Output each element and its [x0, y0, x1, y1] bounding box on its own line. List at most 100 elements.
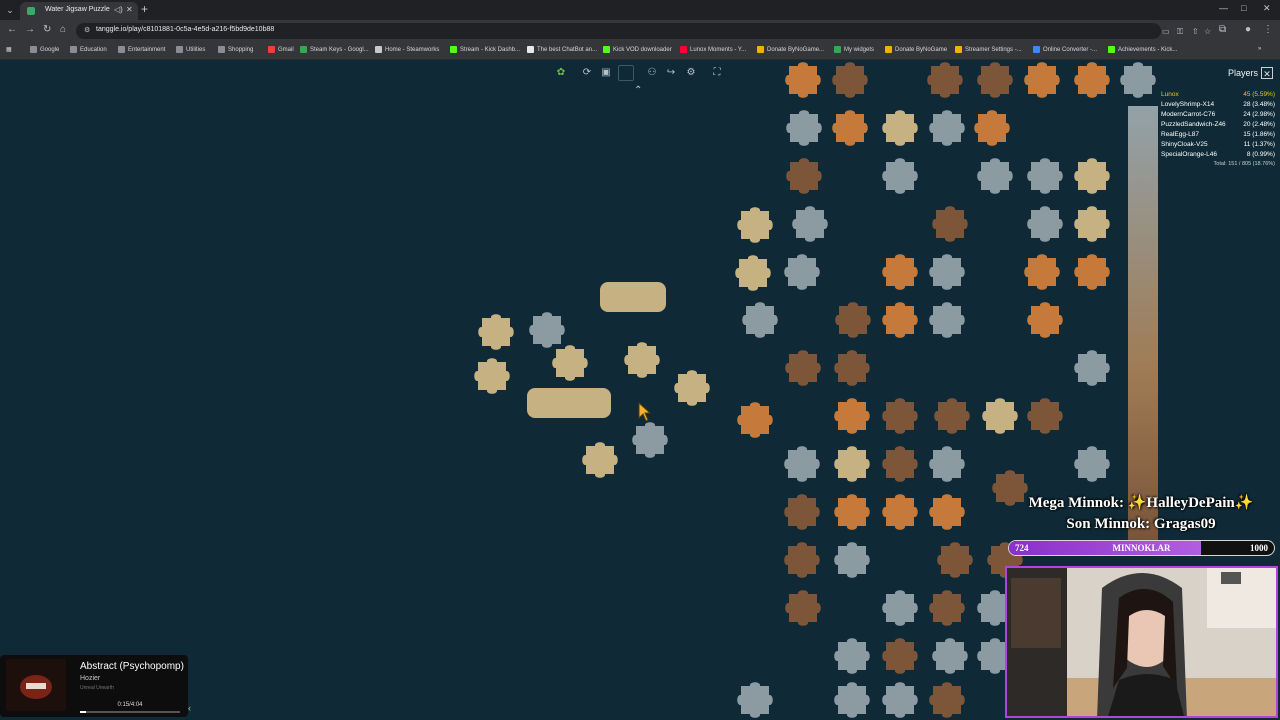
bookmark-item[interactable]: Kick VOD downloader [603, 46, 672, 53]
puzzle-piece[interactable] [927, 444, 967, 484]
minimize-icon[interactable]: — [1219, 3, 1228, 13]
puzzle-piece[interactable] [1072, 60, 1112, 100]
extensions-icon[interactable]: ⧉ [1219, 24, 1226, 35]
puzzle-piece-group[interactable] [527, 388, 611, 418]
puzzle-piece[interactable] [927, 588, 967, 628]
puzzle-piece[interactable] [880, 300, 920, 340]
key-icon[interactable]: ⚿ [1177, 27, 1183, 37]
puzzle-piece[interactable] [880, 396, 920, 436]
puzzle-piece[interactable] [880, 680, 920, 720]
puzzle-piece[interactable] [672, 368, 712, 408]
site-info-icon[interactable]: ⚙ [84, 26, 90, 34]
puzzle-piece[interactable] [1072, 204, 1112, 244]
bookmark-item[interactable]: Education [70, 46, 107, 53]
close-window-icon[interactable]: ✕ [1263, 3, 1271, 14]
bookmark-item[interactable]: Stream - Kick Dashb... [450, 46, 520, 53]
bookmark-item[interactable]: Achievements - Kick... [1108, 46, 1177, 53]
puzzle-piece[interactable] [927, 252, 967, 292]
puzzle-piece[interactable] [935, 540, 975, 580]
puzzle-piece[interactable] [880, 492, 920, 532]
puzzle-piece[interactable] [1022, 252, 1062, 292]
puzzle-piece[interactable] [927, 680, 967, 720]
fullscreen-icon[interactable]: ⛶ [709, 65, 725, 81]
puzzle-piece[interactable] [622, 340, 662, 380]
new-tab-button[interactable]: + [141, 2, 148, 16]
puzzle-piece[interactable] [832, 492, 872, 532]
bookmark-item[interactable]: Home - Steamworks [375, 46, 439, 53]
puzzle-piece[interactable] [740, 300, 780, 340]
puzzle-piece[interactable] [927, 492, 967, 532]
puzzle-piece[interactable] [472, 356, 512, 396]
share-icon[interactable]: ⇧ [1192, 27, 1199, 36]
back-icon[interactable]: ← [7, 24, 17, 35]
menu-icon[interactable]: ⋮ [1263, 24, 1273, 35]
bookmark-item[interactable]: The best ChatBot an... [527, 46, 597, 53]
puzzle-piece[interactable] [782, 492, 822, 532]
puzzle-piece[interactable] [880, 156, 920, 196]
players-icon[interactable]: ⚇ [644, 65, 660, 81]
puzzle-piece[interactable] [880, 108, 920, 148]
bookmark-item[interactable]: Gmail [268, 46, 294, 53]
tab-search-icon[interactable]: ⌄ [4, 3, 16, 17]
puzzle-piece[interactable] [580, 440, 620, 480]
home-icon[interactable]: ⌂ [60, 24, 66, 35]
share-puzzle-icon[interactable]: ↪ [663, 65, 679, 81]
url-text[interactable]: tanggle.io/play/c8101881-0c5a-4e5d-a216-… [96, 26, 274, 33]
forward-icon[interactable]: → [25, 24, 35, 35]
puzzle-piece[interactable] [832, 680, 872, 720]
puzzle-piece[interactable] [476, 312, 516, 352]
puzzle-piece[interactable] [832, 396, 872, 436]
settings-icon[interactable]: ⚙ [683, 65, 699, 81]
puzzle-piece[interactable] [1118, 60, 1158, 100]
puzzle-piece[interactable] [833, 300, 873, 340]
puzzle-piece[interactable] [880, 444, 920, 484]
puzzle-piece[interactable] [782, 444, 822, 484]
puzzle-piece[interactable] [880, 252, 920, 292]
tab-close-icon[interactable]: ✕ [126, 5, 133, 14]
reload-icon[interactable]: ↻ [43, 24, 51, 35]
bookmark-item[interactable]: Shopping [218, 46, 253, 53]
puzzle-piece[interactable] [830, 60, 870, 100]
speaker-icon[interactable]: ◁) [114, 5, 123, 14]
bookmark-star-icon[interactable]: ☆ [1204, 27, 1211, 36]
puzzle-piece[interactable] [1025, 300, 1065, 340]
browser-tab[interactable]: Water Jigsaw Puzzle ◁) ✕ [20, 2, 138, 20]
bookmark-item[interactable]: Google [30, 46, 59, 53]
puzzle-piece[interactable] [975, 60, 1015, 100]
preview-image-icon[interactable]: ▣ [598, 65, 614, 81]
cast-icon[interactable]: ▭ [1162, 27, 1170, 36]
bookmark-item[interactable]: Utilities [176, 46, 205, 53]
puzzle-piece[interactable] [832, 540, 872, 580]
puzzle-logo-icon[interactable]: ✿ [553, 65, 569, 81]
bookmark-item[interactable]: Entertainment [118, 46, 165, 53]
puzzle-piece[interactable] [932, 396, 972, 436]
puzzle-piece[interactable] [735, 205, 775, 245]
puzzle-piece[interactable] [735, 400, 775, 440]
puzzle-piece[interactable] [1072, 348, 1112, 388]
bookmark-item[interactable]: Lunox Moments - Y... [680, 46, 746, 53]
bookmark-item[interactable]: Donate ByNoGame... [757, 46, 824, 53]
apps-grid-icon[interactable]: ▦ [6, 46, 12, 53]
collapse-toolbar-icon[interactable]: ⌃ [634, 85, 642, 96]
profile-avatar-icon[interactable]: ● [1245, 24, 1251, 35]
puzzle-piece[interactable] [980, 396, 1020, 436]
puzzle-piece[interactable] [1025, 204, 1065, 244]
bookmarks-overflow-icon[interactable]: » [1258, 46, 1261, 52]
puzzle-piece[interactable] [733, 253, 773, 293]
puzzle-piece-group[interactable] [600, 282, 666, 312]
puzzle-piece[interactable] [1022, 60, 1062, 100]
url-bar[interactable]: ⚙ tanggle.io/play/c8101881-0c5a-4e5d-a21… [76, 23, 1211, 39]
puzzle-piece[interactable] [1072, 252, 1112, 292]
ghost-toggle-icon[interactable] [618, 65, 634, 81]
bookmark-item[interactable]: My widgets [834, 46, 874, 53]
maximize-icon[interactable]: □ [1241, 3, 1246, 13]
puzzle-piece[interactable] [782, 540, 822, 580]
puzzle-piece[interactable] [880, 588, 920, 628]
puzzle-piece[interactable] [783, 588, 823, 628]
puzzle-piece[interactable] [550, 343, 590, 383]
puzzle-piece[interactable] [630, 420, 670, 460]
puzzle-piece[interactable] [972, 108, 1012, 148]
puzzle-piece[interactable] [783, 348, 823, 388]
bookmark-item[interactable]: Online Converter -... [1033, 46, 1097, 53]
puzzle-piece[interactable] [784, 156, 824, 196]
